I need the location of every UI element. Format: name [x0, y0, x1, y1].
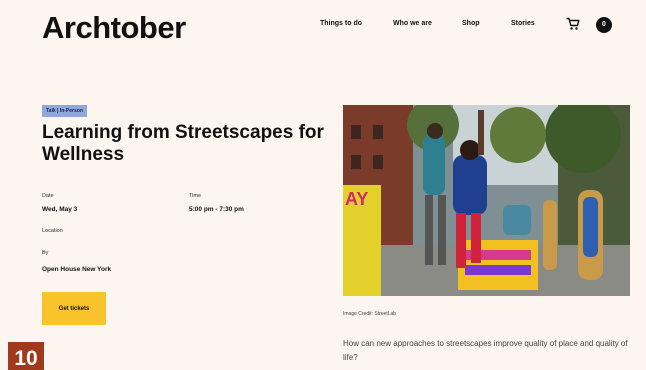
time-value: 5:00 pm - 7:30 pm — [189, 206, 244, 213]
date-label: Date — [42, 193, 54, 199]
get-tickets-button[interactable]: Get tickets — [42, 292, 106, 325]
event-photo: AY — [343, 105, 630, 296]
streetscape-illustration: AY — [343, 105, 630, 296]
site-logo[interactable]: Archtober — [42, 10, 186, 46]
nav-who-we-are[interactable]: Who we are — [393, 20, 432, 27]
cart-icon[interactable] — [566, 17, 580, 31]
event-description: How can new approaches to streetscapes i… — [343, 339, 628, 362]
nav-stories[interactable]: Stories — [511, 20, 535, 27]
cart-count-badge[interactable]: 0 — [596, 17, 612, 33]
sign-text: AY — [345, 189, 368, 209]
event-title: Learning from Streetscapes for Wellness — [42, 122, 324, 165]
time-label: Time — [189, 193, 202, 199]
archtober-day-badge: 10 — [8, 342, 44, 370]
date-value: Wed, May 3 — [42, 206, 78, 213]
nav-shop[interactable]: Shop — [462, 20, 480, 27]
event-type-tag: Talk | In-Person — [42, 105, 87, 117]
organizer-value: Open House New York — [42, 266, 112, 273]
by-label: By — [42, 250, 49, 256]
nav-things-to-do[interactable]: Things to do — [320, 20, 362, 27]
location-label: Location — [42, 228, 63, 234]
image-credit: Image Credit: StreetLab — [343, 311, 397, 317]
